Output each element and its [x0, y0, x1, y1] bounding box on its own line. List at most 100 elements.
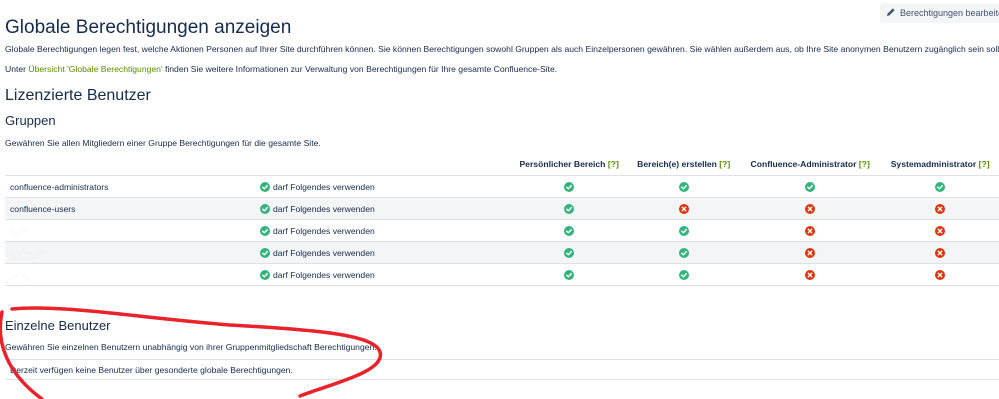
header-name [5, 153, 170, 176]
group-name: ˌ·ˈ·ˌ [5, 263, 170, 286]
header-grant [170, 153, 510, 176]
group-permissions-table: Persönlicher Bereich [?] Bereich(e) erst… [5, 153, 999, 286]
permission-cell [739, 241, 882, 264]
group-name-text: ·ˌ·ˈ··ˌ·ˈ [10, 247, 45, 258]
intro2-suffix: finden Sie weitere Informationen zur Ver… [162, 64, 558, 74]
permission-cell [510, 263, 629, 286]
check-circle-icon [564, 181, 575, 192]
permission-cell [510, 197, 629, 220]
permission-cell [510, 219, 629, 242]
check-circle-icon [564, 247, 575, 258]
table-row: confluence-administrators darf Folgendes … [5, 175, 999, 198]
intro2-prefix: Unter [5, 64, 29, 74]
check-circle-icon [260, 269, 270, 280]
help-link[interactable]: [?] [979, 159, 990, 169]
check-circle-icon [260, 203, 270, 214]
permission-cell [739, 175, 882, 198]
header-label: Persönlicher Bereich [519, 159, 606, 169]
page-title: Globale Berechtigungen anzeigen [5, 16, 292, 38]
cross-circle-icon [935, 247, 946, 258]
check-circle-icon [564, 203, 575, 214]
grant-label: darf Folgendes verwenden [273, 203, 375, 214]
permission-cell [628, 197, 740, 220]
group-name-text: ·ˌ·ˈ· [10, 225, 30, 236]
table-row: ·ˌ·ˈ· darf Folgendes verwenden [5, 219, 999, 242]
table-row: ˌ·ˈ·ˌ darf Folgendes verwenden [5, 263, 999, 286]
grant-label: darf Folgendes verwenden [273, 225, 375, 236]
permission-cell [628, 263, 740, 286]
check-circle-icon [260, 181, 270, 192]
table-row: ·ˌ·ˈ··ˌ·ˈ darf Folgendes verwenden [5, 241, 999, 264]
permission-cell [510, 241, 629, 264]
header-label: Confluence-Administrator [750, 159, 857, 169]
group-name-text: ˌ·ˈ·ˌ [10, 269, 30, 280]
grant-label: darf Folgendes verwenden [273, 269, 375, 280]
permission-cell [739, 263, 882, 286]
header-label: Systemadministrator [890, 159, 977, 169]
header-system-admin: Systemadministrator [?] [881, 153, 999, 176]
help-link[interactable]: [?] [859, 159, 870, 169]
check-circle-icon [678, 247, 689, 258]
groups-description: Gewähren Sie allen Mitgliedern einer Gru… [5, 138, 321, 148]
permission-cell [881, 263, 999, 286]
group-name-text: confluence-users [10, 203, 76, 214]
cross-circle-icon [805, 269, 816, 280]
permission-cell [881, 219, 999, 242]
cross-circle-icon [678, 203, 689, 214]
permission-cell [881, 197, 999, 220]
grant-cell: darf Folgendes verwenden [170, 241, 510, 264]
group-name: confluence-users [5, 197, 170, 220]
cross-circle-icon [935, 203, 946, 214]
licensed-users-heading: Lizenzierte Benutzer [5, 87, 151, 104]
empty-message-text: Derzeit verfügen keine Benutzer über ges… [10, 364, 293, 375]
check-circle-icon [805, 181, 816, 192]
permission-cell [628, 175, 740, 198]
header-personal-space: Persönlicher Bereich [?] [510, 153, 628, 176]
edit-permissions-button[interactable]: Berechtigungen bearbeiten [880, 3, 999, 23]
cross-circle-icon [935, 225, 946, 236]
intro-text-2: Unter Übersicht 'Globale Berechtigungen'… [5, 64, 557, 74]
help-link[interactable]: [?] [608, 159, 619, 169]
intro-text: Globale Berechtigungen legen fest, welch… [5, 44, 999, 54]
check-circle-icon [678, 225, 689, 236]
check-circle-icon [260, 247, 270, 258]
cross-circle-icon [805, 203, 816, 214]
cross-circle-icon [805, 225, 816, 236]
table-body: confluence-administrators darf Folgendes … [5, 175, 999, 286]
header-create-space: Bereich(e) erstellen [?] [628, 153, 739, 176]
check-circle-icon [564, 269, 575, 280]
help-link[interactable]: [?] [719, 159, 730, 169]
individual-users-empty-message: Derzeit verfügen keine Benutzer über ges… [5, 359, 999, 380]
permission-cell [739, 197, 882, 220]
check-circle-icon [935, 181, 946, 192]
permission-cell [628, 219, 740, 242]
check-circle-icon [260, 225, 270, 236]
check-circle-icon [564, 225, 575, 236]
grant-cell: darf Folgendes verwenden [170, 263, 510, 286]
table-header-row: Persönlicher Bereich [?] Bereich(e) erst… [5, 153, 999, 176]
header-label: Bereich(e) erstellen [637, 159, 717, 169]
group-name: ·ˌ·ˈ··ˌ·ˈ [5, 241, 170, 264]
permission-cell [881, 175, 999, 198]
permission-cell [510, 175, 629, 198]
check-circle-icon [678, 269, 689, 280]
grant-cell: darf Folgendes verwenden [170, 175, 510, 198]
grant-cell: darf Folgendes verwenden [170, 219, 510, 242]
permission-cell [628, 241, 740, 264]
group-name-text: confluence-administrators [10, 181, 109, 192]
header-confluence-admin: Confluence-Administrator [?] [739, 153, 881, 176]
cross-circle-icon [935, 269, 946, 280]
group-name: ·ˌ·ˈ· [5, 219, 170, 242]
permission-cell [881, 241, 999, 264]
pencil-icon [886, 7, 896, 19]
table-row: confluence-users darf Folgendes verwenden [5, 197, 999, 220]
permission-cell [739, 219, 882, 242]
grant-label: darf Folgendes verwenden [273, 247, 375, 258]
groups-heading: Gruppen [5, 113, 56, 128]
grant-label: darf Folgendes verwenden [273, 181, 375, 192]
check-circle-icon [678, 181, 689, 192]
individual-users-heading: Einzelne Benutzer [5, 318, 111, 333]
edit-permissions-label: Berechtigungen bearbeiten [900, 8, 999, 18]
grant-cell: darf Folgendes verwenden [170, 197, 510, 220]
global-permissions-overview-link[interactable]: Übersicht 'Globale Berechtigungen' [28, 64, 162, 74]
